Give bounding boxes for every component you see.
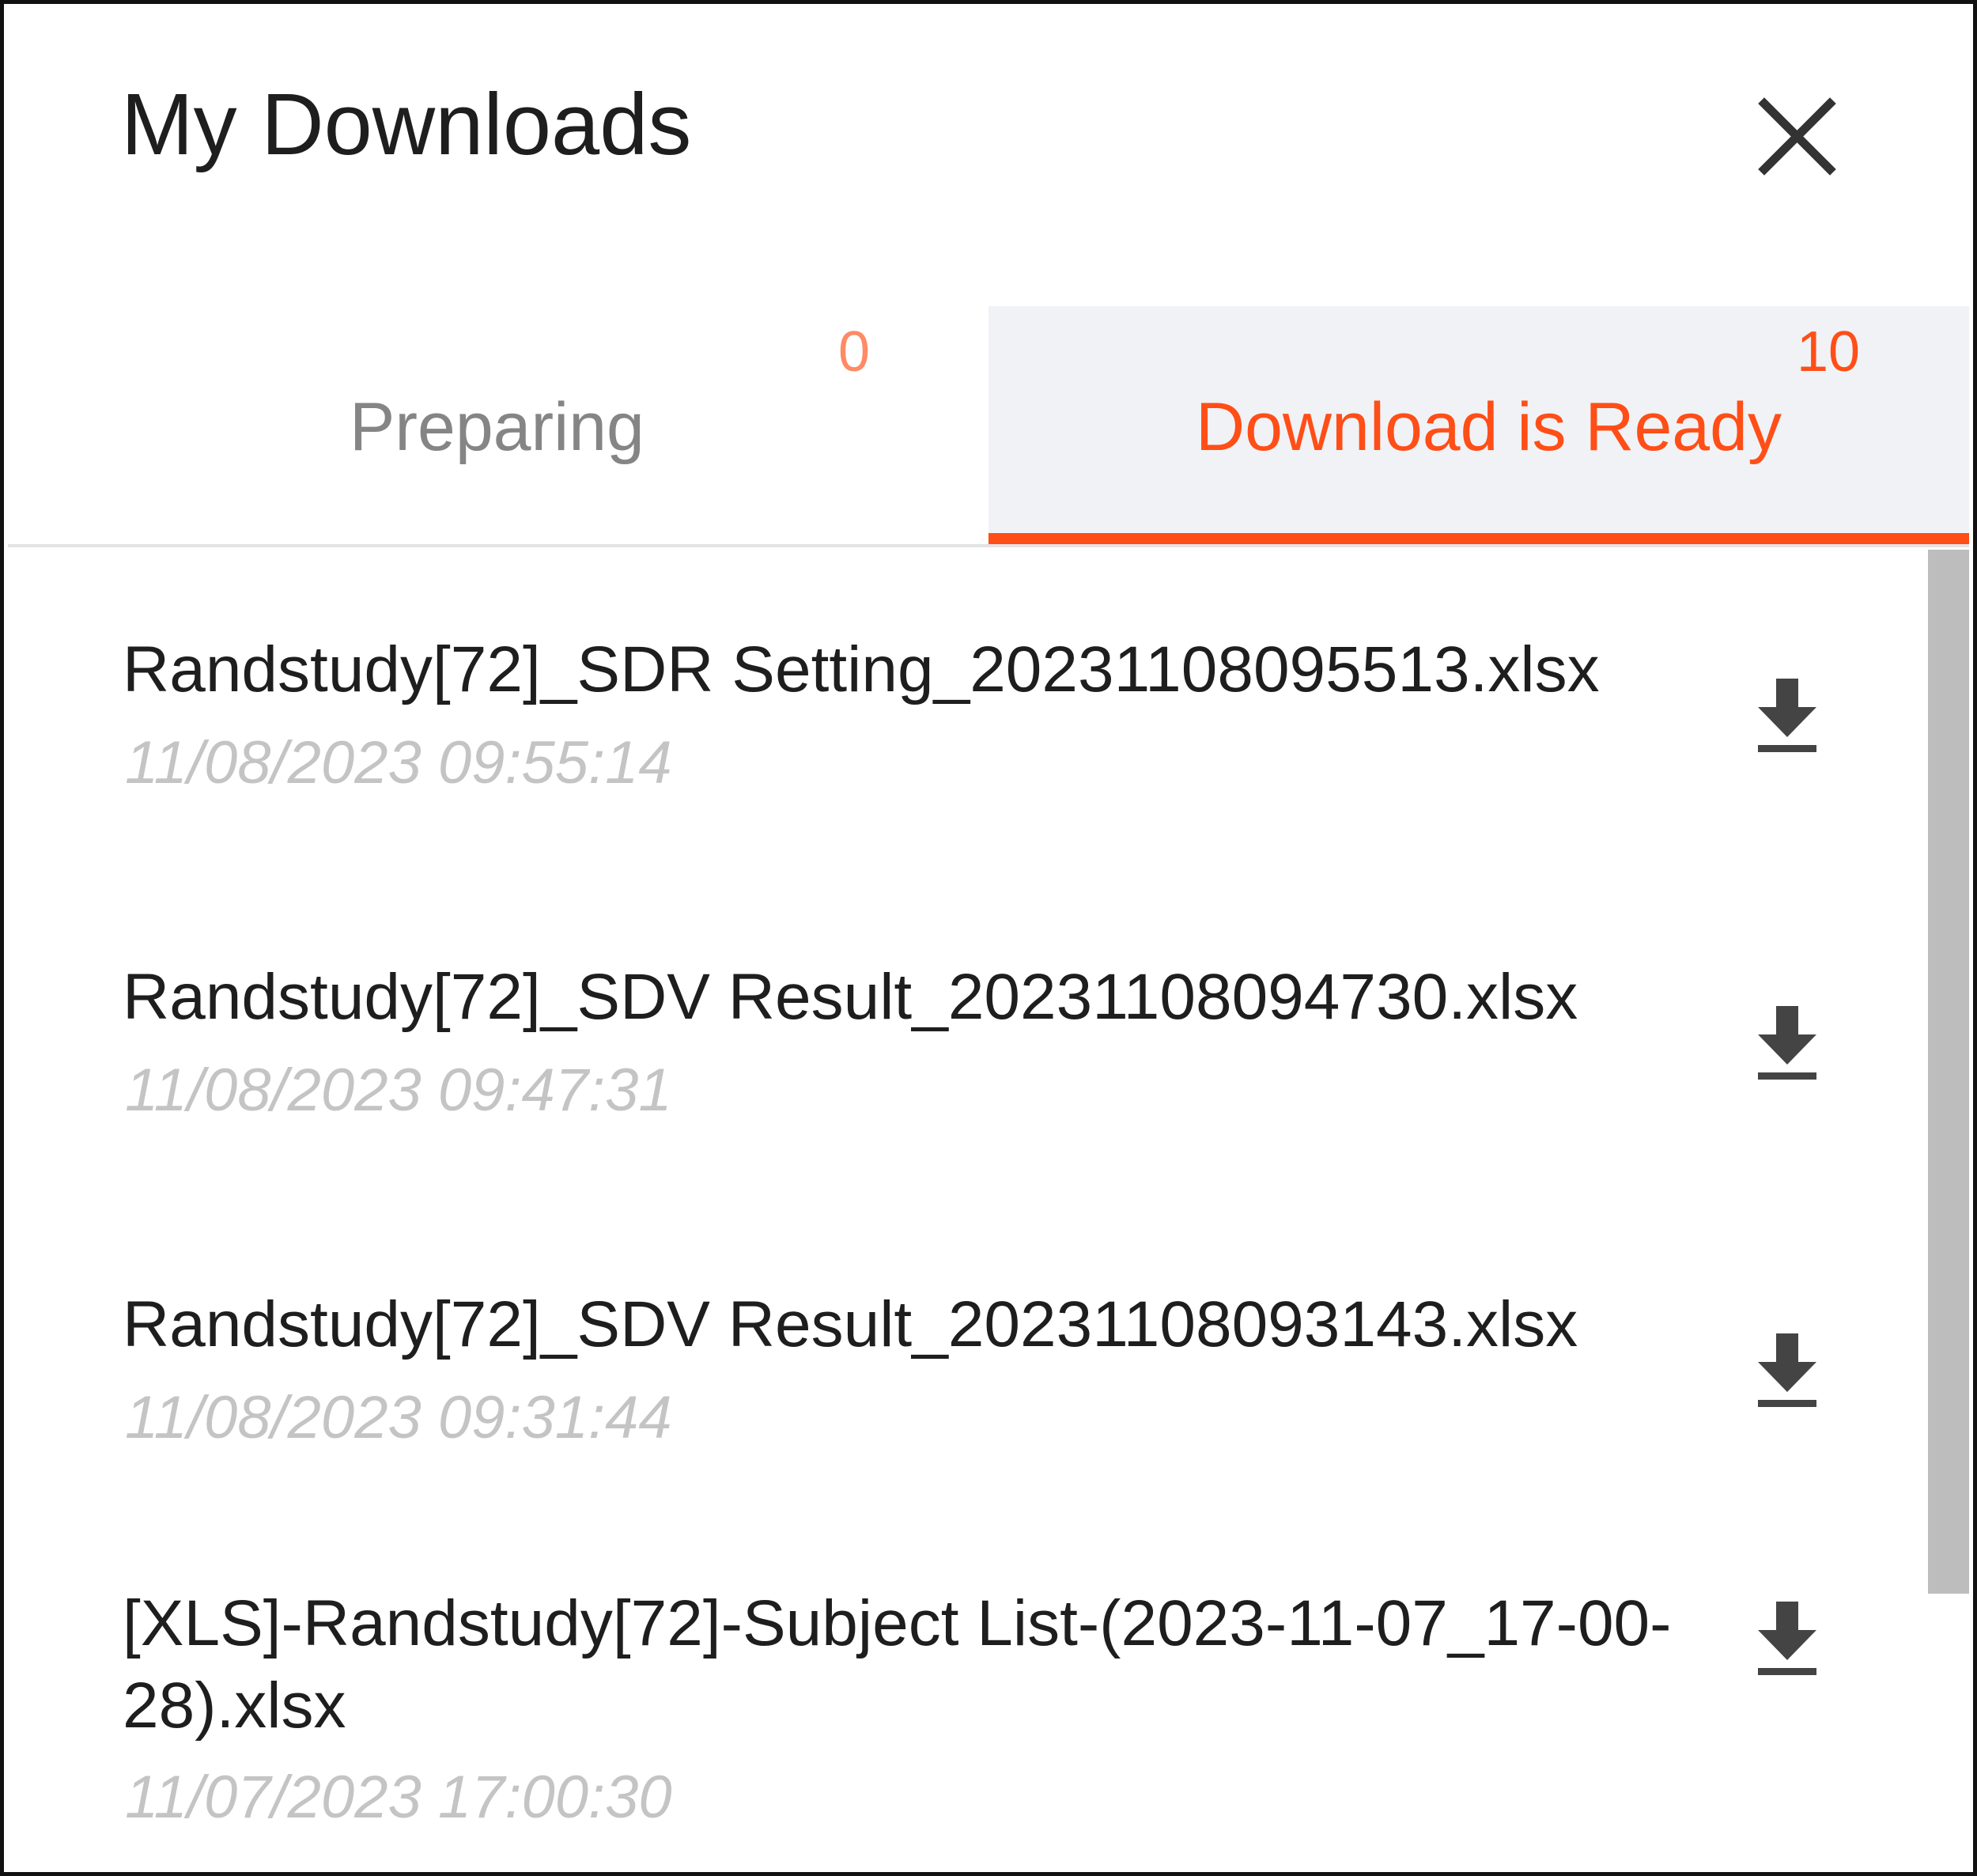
download-list: Randstudy[72]_SDR Setting_20231108095513… xyxy=(8,550,1969,1872)
file-timestamp: 11/07/2023 17:00:30 xyxy=(125,1764,672,1831)
panel-title: My Downloads xyxy=(121,76,692,173)
scrollbar-thumb[interactable] xyxy=(1928,550,1969,1594)
download-button[interactable] xyxy=(1752,1595,1823,1682)
download-button[interactable] xyxy=(1752,1000,1823,1087)
file-timestamp: 11/08/2023 09:47:31 xyxy=(125,1057,672,1124)
tab-bar: 0 Preparing 10 Download is Ready xyxy=(8,306,1969,547)
ready-count-badge: 10 xyxy=(1797,320,1861,384)
download-button[interactable] xyxy=(1752,672,1823,759)
file-timestamp: 11/08/2023 09:31:44 xyxy=(125,1384,672,1451)
tabs-divider xyxy=(8,544,1969,547)
tab-preparing[interactable]: 0 Preparing xyxy=(8,306,988,547)
download-icon xyxy=(1758,1006,1816,1080)
tab-download-ready-label: Download is Ready xyxy=(1196,389,1782,465)
list-item: Randstudy[72]_SDV Result_20231108094730.… xyxy=(8,877,1922,1205)
file-name: Randstudy[72]_SDV Result_20231108093143.… xyxy=(123,1288,1578,1360)
list-item: Randstudy[72]_SDR Setting_20231108095513… xyxy=(8,550,1922,877)
download-icon xyxy=(1758,1602,1816,1675)
list-item: Randstudy[72]_SDV Result_20231108093143.… xyxy=(8,1205,1922,1532)
close-button[interactable] xyxy=(1752,91,1843,182)
download-icon xyxy=(1758,1333,1816,1407)
file-name: Randstudy[72]_SDV Result_20231108094730.… xyxy=(123,961,1578,1033)
tab-preparing-label: Preparing xyxy=(350,389,645,465)
file-name: [XLS]-Randstudy[72]-Subject List-(2023-1… xyxy=(123,1587,1672,1742)
list-item: [XLS]-Randstudy[72]-Subject List-(2023-1… xyxy=(8,1532,1922,1859)
tab-download-ready[interactable]: 10 Download is Ready xyxy=(988,306,1969,547)
preparing-count-badge: 0 xyxy=(838,320,871,384)
file-timestamp: 11/08/2023 09:55:14 xyxy=(125,729,672,796)
download-icon xyxy=(1758,679,1816,752)
close-icon xyxy=(1758,97,1836,176)
file-name: Randstudy[72]_SDR Setting_20231108095513… xyxy=(123,634,1600,705)
download-button[interactable] xyxy=(1752,1327,1823,1414)
downloads-panel: My Downloads 0 Preparing 10 Download is … xyxy=(0,0,1977,1876)
